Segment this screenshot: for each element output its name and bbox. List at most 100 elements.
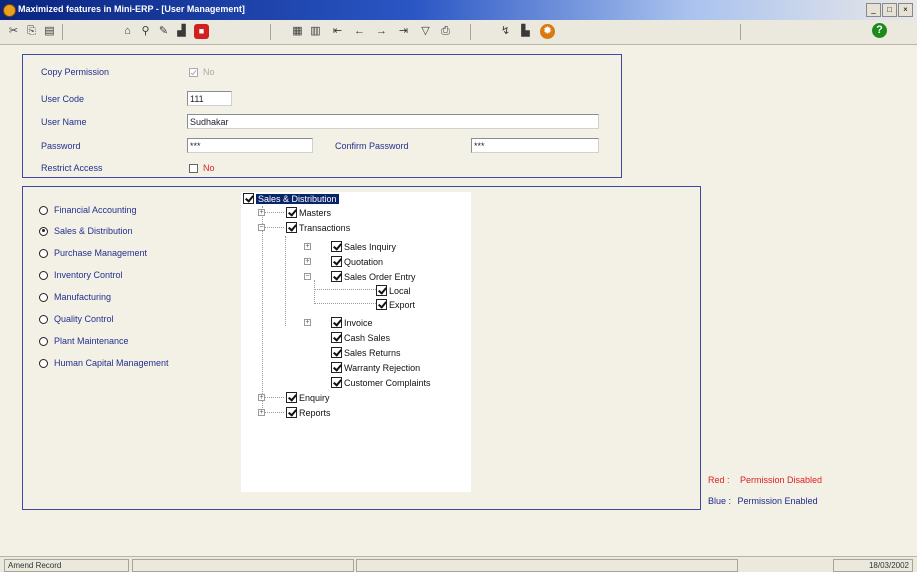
prev-icon[interactable]: ← bbox=[352, 24, 367, 39]
module-label: Financial Accounting bbox=[54, 205, 137, 215]
tree-node-label: Sales Inquiry bbox=[344, 241, 397, 252]
tree-checkbox[interactable] bbox=[243, 193, 254, 204]
open-icon[interactable]: ⌂ bbox=[120, 24, 135, 39]
print-icon[interactable]: ⎙ bbox=[438, 24, 453, 39]
copy-permission-checkbox[interactable] bbox=[189, 68, 198, 77]
module-label: Quality Control bbox=[54, 314, 114, 324]
expand-icon[interactable]: + bbox=[304, 319, 311, 326]
tree-node-sales-inquiry[interactable]: Sales Inquiry bbox=[331, 240, 396, 253]
user-name-label: User Name bbox=[41, 117, 87, 127]
tree-node-customer-complaints[interactable]: Customer Complaints bbox=[331, 376, 431, 389]
radio-button[interactable] bbox=[39, 292, 48, 302]
confirm-password-label: Confirm Password bbox=[335, 141, 409, 151]
tree-connector bbox=[262, 227, 284, 228]
window-title: Maximized features in Mini-ERP - [User M… bbox=[18, 4, 245, 14]
module-radio-plant-maintenance[interactable]: Plant Maintenance bbox=[39, 334, 129, 348]
tree-checkbox[interactable] bbox=[331, 377, 342, 388]
tree-checkbox[interactable] bbox=[331, 317, 342, 328]
minimize-button[interactable]: _ bbox=[866, 3, 881, 17]
tree-node-cash-sales[interactable]: Cash Sales bbox=[331, 331, 390, 344]
tree-node-sales-returns[interactable]: Sales Returns bbox=[331, 346, 401, 359]
tree-node-export[interactable]: Export bbox=[376, 298, 415, 311]
password-field[interactable]: *** bbox=[187, 138, 313, 153]
expand-icon[interactable]: + bbox=[304, 243, 311, 250]
collapse-icon[interactable]: − bbox=[304, 273, 311, 280]
tree-node-enquiry[interactable]: Enquiry bbox=[286, 391, 330, 404]
module-radio-purchase-management[interactable]: Purchase Management bbox=[39, 246, 147, 260]
find-icon[interactable]: ⚲ bbox=[138, 24, 153, 39]
tree-node-invoice[interactable]: Invoice bbox=[331, 316, 373, 329]
status-bar: Amend Record 18/03/2002 bbox=[0, 556, 917, 572]
filter-icon[interactable]: ▽ bbox=[418, 24, 433, 39]
module-radio-financial-accounting[interactable]: Financial Accounting bbox=[39, 203, 137, 217]
copy-permission-value: No bbox=[203, 67, 215, 77]
module-radio-human-capital-management[interactable]: Human Capital Management bbox=[39, 356, 169, 370]
help-icon[interactable]: ? bbox=[872, 23, 887, 38]
expand-icon[interactable]: + bbox=[258, 409, 265, 416]
first-icon[interactable]: ⇤ bbox=[330, 24, 345, 39]
radio-button[interactable] bbox=[39, 226, 48, 236]
tree-connector bbox=[262, 212, 284, 213]
copy-icon[interactable]: ⎘ bbox=[24, 24, 39, 39]
module-radio-quality-control[interactable]: Quality Control bbox=[39, 312, 114, 326]
tree-node-label: Masters bbox=[299, 207, 332, 218]
tree-checkbox[interactable] bbox=[331, 362, 342, 373]
tree-node-transactions[interactable]: Transactions bbox=[286, 221, 350, 234]
close-button[interactable]: × bbox=[898, 3, 913, 17]
gear-icon[interactable]: ✹ bbox=[540, 24, 555, 39]
tree-checkbox[interactable] bbox=[286, 207, 297, 218]
module-radio-sales-distribution[interactable]: Sales & Distribution bbox=[39, 224, 133, 238]
copy-permission-label: Copy Permission bbox=[41, 67, 110, 77]
module-label: Inventory Control bbox=[54, 270, 123, 280]
expand-icon[interactable]: + bbox=[258, 209, 265, 216]
tree-checkbox[interactable] bbox=[331, 271, 342, 282]
module-radio-inventory-control[interactable]: Inventory Control bbox=[39, 268, 123, 282]
paste-icon[interactable]: ▤ bbox=[42, 24, 57, 39]
tree-checkbox[interactable] bbox=[286, 407, 297, 418]
tree-node-masters[interactable]: Masters bbox=[286, 206, 331, 219]
radio-button[interactable] bbox=[39, 270, 48, 280]
app-icon[interactable] bbox=[3, 4, 16, 17]
save-icon[interactable]: ▦ bbox=[290, 24, 305, 39]
collapse-icon[interactable]: − bbox=[258, 224, 265, 231]
stop-icon[interactable]: ■ bbox=[194, 24, 209, 39]
legend-blue: Blue : Permission Enabled bbox=[708, 496, 818, 506]
radio-button[interactable] bbox=[39, 248, 48, 258]
chart-icon[interactable]: ▟ bbox=[174, 24, 189, 39]
tree-checkbox[interactable] bbox=[286, 222, 297, 233]
module-label: Sales & Distribution bbox=[54, 226, 133, 236]
tools-icon[interactable]: ↯ bbox=[498, 24, 513, 39]
expand-icon[interactable]: + bbox=[258, 394, 265, 401]
grid-icon[interactable]: ▥ bbox=[308, 24, 323, 39]
cut-icon[interactable]: ✂ bbox=[6, 24, 21, 39]
radio-button[interactable] bbox=[39, 205, 48, 215]
tree-checkbox[interactable] bbox=[331, 332, 342, 343]
tree-node-warranty-rejection[interactable]: Warranty Rejection bbox=[331, 361, 420, 374]
tree-checkbox[interactable] bbox=[331, 241, 342, 252]
tree-node-reports[interactable]: Reports bbox=[286, 406, 331, 419]
tree-node-sales-distribution[interactable]: Sales & Distribution bbox=[243, 192, 339, 205]
user-code-field[interactable]: 111 bbox=[187, 91, 232, 106]
last-icon[interactable]: ⇥ bbox=[396, 24, 411, 39]
tree-node-quotation[interactable]: Quotation bbox=[331, 255, 383, 268]
tree-checkbox[interactable] bbox=[376, 285, 387, 296]
confirm-password-field[interactable]: *** bbox=[471, 138, 599, 153]
next-icon[interactable]: → bbox=[374, 24, 389, 39]
restrict-access-checkbox[interactable] bbox=[189, 164, 198, 173]
report-icon[interactable]: ▙ bbox=[518, 24, 533, 39]
tree-node-local[interactable]: Local bbox=[376, 284, 411, 297]
radio-button[interactable] bbox=[39, 314, 48, 324]
user-name-field[interactable]: Sudhakar bbox=[187, 114, 599, 129]
maximize-button[interactable]: □ bbox=[882, 3, 897, 17]
edit-icon[interactable]: ✎ bbox=[156, 24, 171, 39]
tree-checkbox[interactable] bbox=[331, 256, 342, 267]
radio-button[interactable] bbox=[39, 358, 48, 368]
tree-checkbox[interactable] bbox=[376, 299, 387, 310]
tree-node-label: Transactions bbox=[299, 222, 351, 233]
module-radio-manufacturing[interactable]: Manufacturing bbox=[39, 290, 111, 304]
tree-node-sales-order-entry[interactable]: Sales Order Entry bbox=[331, 270, 416, 283]
tree-checkbox[interactable] bbox=[331, 347, 342, 358]
tree-checkbox[interactable] bbox=[286, 392, 297, 403]
expand-icon[interactable]: + bbox=[304, 258, 311, 265]
radio-button[interactable] bbox=[39, 336, 48, 346]
